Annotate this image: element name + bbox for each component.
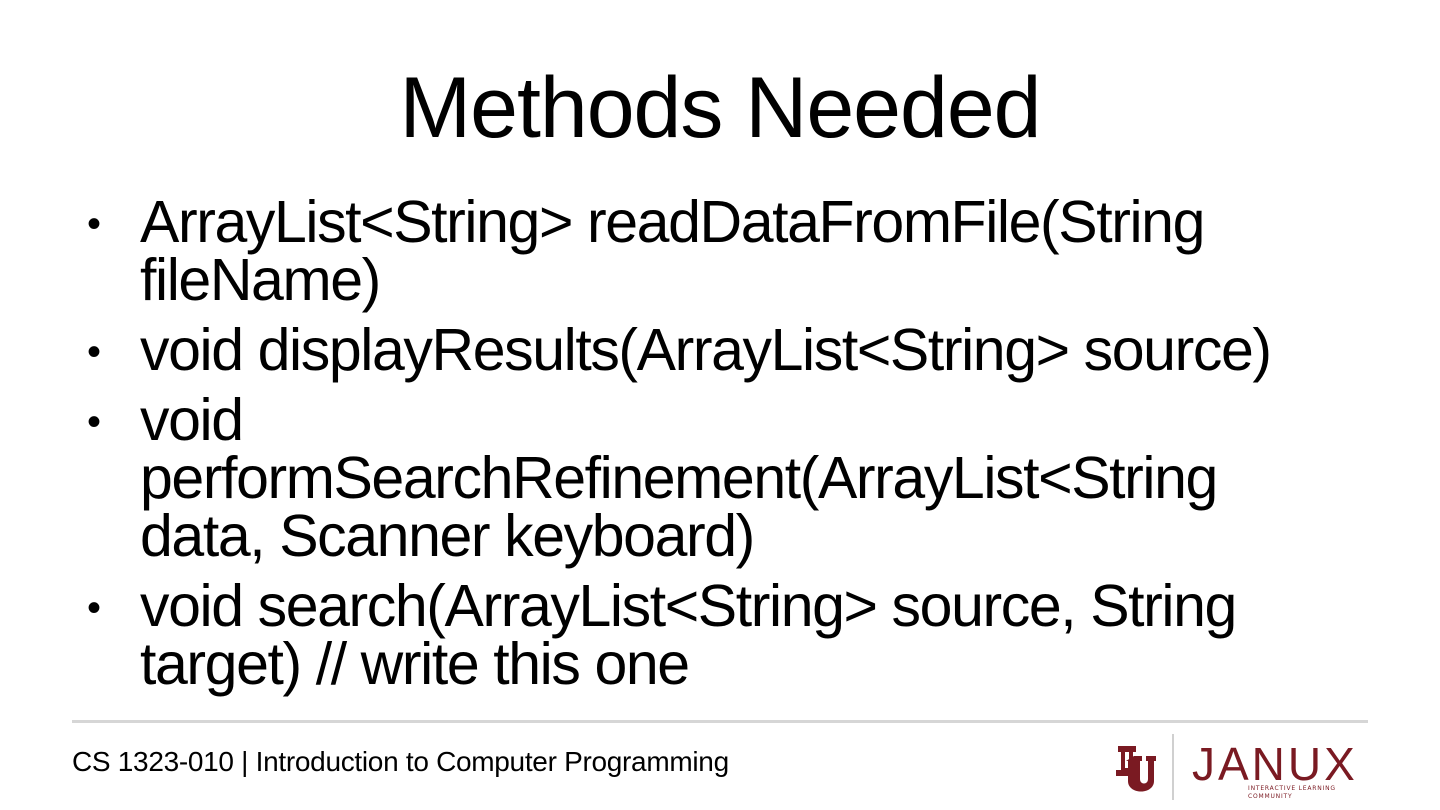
slide-title: Methods Needed [399, 60, 1042, 156]
bullet-item: • void displayResults(ArrayList<String> … [80, 317, 1330, 383]
bullet-marker: • [87, 586, 101, 630]
bullet-marker: • [87, 202, 101, 246]
bullet-text: void search(ArrayList<String> source, St… [140, 573, 1237, 697]
ou-logo-icon [1116, 746, 1156, 792]
course-footer: CS 1323-010 | Introduction to Computer P… [72, 746, 729, 777]
bullet-marker: • [87, 330, 101, 374]
janux-logo: JANUX INTERACTIVE LEARNING COMMUNITY [1112, 732, 1374, 802]
bullet-text: void displayResults(ArrayList<String> so… [140, 317, 1272, 383]
slide: Methods Needed • ArrayList<String> readD… [0, 0, 1440, 810]
bullet-marker: • [87, 400, 101, 444]
logo-divider [1172, 734, 1174, 800]
bullet-text: ArrayList<String> readDataFromFile(Strin… [140, 189, 1205, 313]
footer-divider [72, 720, 1368, 723]
janux-wordmark: JANUX [1192, 738, 1358, 790]
bullet-item: • void performSearchRefinement(ArrayList… [80, 387, 1330, 569]
bullet-text: void performSearchRefinement(ArrayList<S… [140, 387, 1218, 569]
bullet-item: • void search(ArrayList<String> source, … [80, 573, 1330, 697]
bullet-list: • ArrayList<String> readDataFromFile(Str… [80, 193, 1330, 705]
bullet-item: • ArrayList<String> readDataFromFile(Str… [80, 189, 1330, 313]
janux-tagline: INTERACTIVE LEARNING COMMUNITY [1248, 785, 1336, 800]
